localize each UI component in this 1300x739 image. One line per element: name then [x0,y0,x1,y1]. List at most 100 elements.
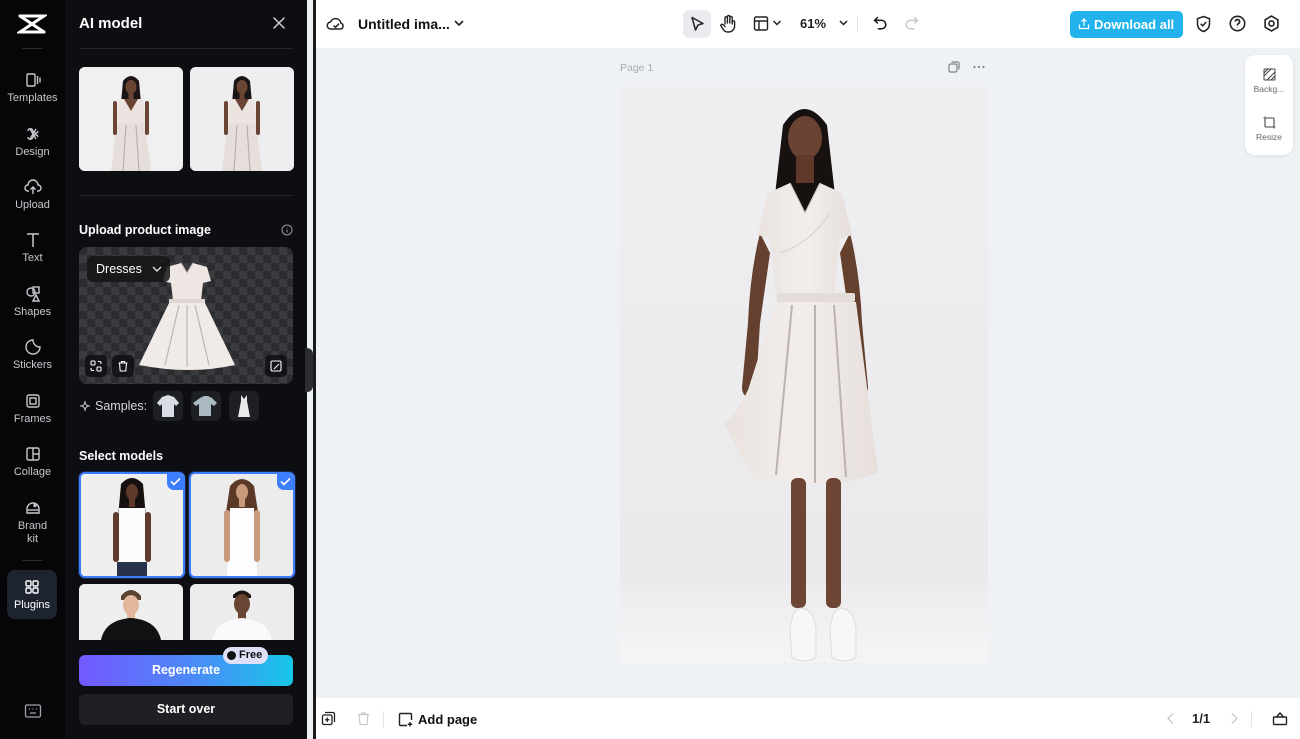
collage-icon [25,447,40,461]
product-image-dropzone[interactable]: Dresses [79,247,293,384]
hand-tool-icon[interactable] [719,14,737,34]
rail-item-shapes[interactable]: Shapes [0,285,65,319]
selected-check-badge [277,474,293,490]
replace-image-button[interactable] [85,355,107,377]
text-icon [26,233,39,247]
selected-check-badge [167,474,183,490]
divider [79,48,293,49]
chevron-down-icon[interactable] [772,18,782,28]
rail-item-frames[interactable]: Frames [0,392,65,426]
free-badge: Free [223,647,269,664]
rail-divider [22,48,43,49]
undo-icon[interactable] [872,15,889,32]
more-options-icon[interactable] [972,60,986,74]
model-option[interactable] [79,584,183,640]
app: Templates Design Upload Text Shapes Stic… [0,0,1300,739]
shield-check-icon[interactable] [1195,15,1212,33]
check-icon [170,477,181,486]
cloud-saved-icon[interactable] [326,14,346,34]
model-photo [190,584,294,640]
frames-icon [25,394,40,408]
settings-icon[interactable] [1263,15,1280,32]
close-icon[interactable] [271,15,287,31]
collapse-panel-handle[interactable] [305,348,313,392]
panel-title: AI model [79,15,143,32]
rail-item-templates[interactable]: Templates [0,71,65,105]
chevron-down-icon[interactable] [838,18,849,28]
templates-icon [25,73,41,87]
sparkle-icon [79,400,91,412]
background-icon [1263,68,1275,81]
delete-page-icon[interactable] [356,711,371,726]
keyboard-shortcuts-icon[interactable] [24,703,42,719]
capcut-logo-icon[interactable] [17,12,47,36]
model-option[interactable] [190,584,294,640]
redo-icon[interactable] [903,15,920,32]
duplicate-page-icon[interactable] [947,60,961,74]
sample-shirt[interactable] [153,391,184,421]
upload-product-label: Upload product image [79,223,211,237]
brand-kit-icon [25,502,40,514]
rail-divider [22,560,43,561]
result-thumbnail[interactable] [190,67,294,171]
model-photo [79,584,183,640]
delete-image-button[interactable] [112,355,134,377]
upload-export-icon [1078,18,1090,30]
rail-item-brand-kit[interactable]: Brand kit [0,499,65,546]
collapse-pages-icon[interactable] [1272,711,1288,726]
rail-item-plugins[interactable]: Plugins [7,570,57,619]
help-icon[interactable] [1229,15,1246,32]
trash-icon [118,360,128,372]
sample-dress[interactable] [229,391,260,421]
swap-icon [90,360,102,372]
resize-tool[interactable]: Resize [1245,116,1293,142]
model-photo [191,474,293,576]
zoom-level[interactable]: 61% [800,16,826,31]
next-page-icon[interactable] [1229,711,1239,726]
duplicate-page-icon[interactable] [321,711,336,726]
background-tool[interactable]: Backg... [1245,68,1293,94]
panel-edge [313,0,316,739]
rail-item-text[interactable]: Text [0,231,65,265]
divider [79,195,293,196]
canvas-page[interactable] [620,83,988,663]
page-label: Page 1 [620,62,654,74]
model-option[interactable] [79,472,185,578]
sample-tshirt[interactable] [191,391,222,421]
stickers-icon [24,339,41,355]
upload-icon [23,179,42,194]
add-page-button[interactable]: Add page [398,710,477,728]
chevron-down-icon[interactable] [452,16,466,30]
start-over-button[interactable]: Start over [79,694,293,725]
edit-image-button[interactable] [265,355,287,377]
model-option[interactable] [189,472,295,578]
add-page-icon [398,712,413,726]
download-all-button[interactable]: Download all [1070,11,1183,38]
samples-row: Samples: [79,391,267,421]
info-icon[interactable] [281,224,293,236]
previous-page-icon[interactable] [1166,711,1176,726]
rail-item-design[interactable]: Design [0,125,65,159]
result-thumbnail[interactable] [79,67,183,171]
document-title[interactable]: Untitled ima... [358,16,450,32]
bottom-toolbar: Add page 1/1 [316,698,1300,739]
resize-icon [1263,116,1275,129]
shirt-icon [157,395,180,417]
pointer-icon[interactable] [688,15,706,33]
select-models-label: Select models [79,449,164,463]
top-toolbar: Untitled ima... 61% Download all [316,0,1300,48]
divider [1251,711,1252,727]
floating-tools-panel: Backg... Resize [1245,55,1293,155]
divider [857,16,858,32]
rail-item-collage[interactable]: Collage [0,445,65,479]
rail-item-stickers[interactable]: Stickers [0,338,65,372]
check-icon [280,477,291,486]
layout-icon[interactable] [753,15,769,32]
category-dropdown[interactable]: Dresses [87,256,170,282]
generated-model-image [620,109,988,663]
rail-item-upload[interactable]: Upload [0,178,65,212]
model-photo [81,474,183,576]
divider [383,711,384,727]
left-rail: Templates Design Upload Text Shapes Stic… [0,0,65,739]
design-icon [26,128,39,140]
